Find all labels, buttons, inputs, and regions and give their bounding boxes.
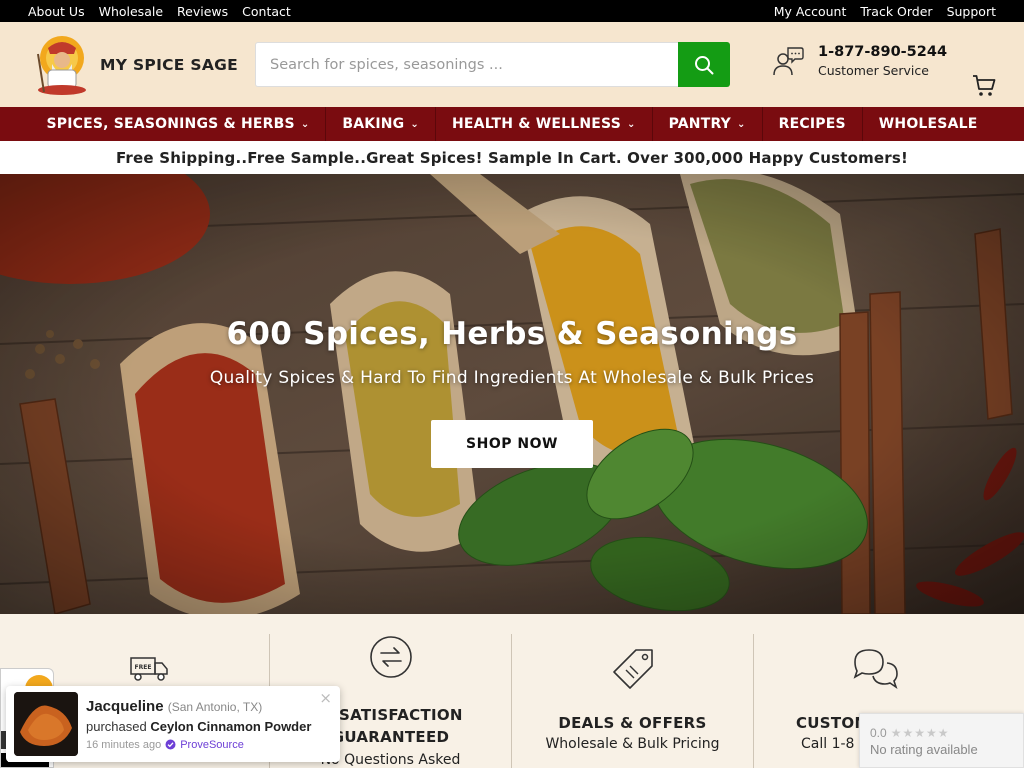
rating-widget[interactable]: 0.0 ★★★★★ No rating available [859,713,1024,768]
purchase-action: purchased [86,718,147,734]
track-order-link[interactable]: Track Order [860,4,932,19]
promo-text: Free Shipping..Free Sample..Great Spices… [115,148,909,167]
customer-name: Jacqueline [86,697,164,715]
provesource-link[interactable]: ProveSource [180,739,244,751]
hero-content: 600 Spices, Herbs & Seasonings Quality S… [0,316,1024,468]
search-input[interactable] [255,42,678,87]
feature-title: DEALS & OFFERS [558,714,707,732]
nav-label: WHOLESALE [878,116,978,132]
search-bar [255,42,730,87]
nav-spices-seasonings-herbs[interactable]: SPICES, SEASONINGS & HERBS ⌄ [30,107,327,141]
topbar-right-links: My Account Track Order Support [774,4,996,19]
rating-score: 0.0 [870,726,887,740]
site-logo[interactable]: MY SPICE SAGE [30,34,255,96]
spice-sage-logo-icon [30,34,94,96]
top-utility-bar: About Us Wholesale Reviews Contact My Ac… [0,0,1024,22]
nav-label: HEALTH & WELLNESS [451,116,621,132]
chevron-down-icon: ⌄ [737,118,746,130]
verified-check-icon [165,739,176,750]
topbar-left-links: About Us Wholesale Reviews Contact [28,4,291,19]
about-us-link[interactable]: About Us [28,4,85,19]
social-proof-popup[interactable]: Jacqueline (San Antonio, TX) purchased C… [6,686,340,762]
nav-recipes[interactable]: RECIPES [763,107,863,141]
close-icon[interactable]: × [319,689,332,707]
hero-title: 600 Spices, Herbs & Seasonings [226,316,798,352]
cart-button[interactable] [972,74,996,102]
logo-text: MY SPICE SAGE [100,55,239,74]
customer-location: (San Antonio, TX) [167,699,263,714]
hero-subtitle: Quality Spices & Hard To Find Ingredient… [209,368,815,388]
hero-banner: 600 Spices, Herbs & Seasonings Quality S… [0,174,1024,614]
feature-deals: DEALS & OFFERS Wholesale & Bulk Pricing [511,634,753,768]
purchased-product[interactable]: Ceylon Cinnamon Powder [150,719,311,734]
search-icon [695,55,714,74]
chevron-down-icon: ⌄ [627,118,636,130]
nav-label: SPICES, SEASONINGS & HERBS [46,116,295,132]
free-shipping-truck-icon: FREE [130,657,168,681]
exchange-arrows-icon [369,636,412,678]
search-button[interactable] [678,42,730,87]
svg-text:FREE: FREE [135,664,152,671]
nav-label: RECIPES [778,116,846,132]
feature-subtitle: Wholesale & Bulk Pricing [545,736,720,752]
customer-service-label: Customer Service [818,63,929,78]
contact-link[interactable]: Contact [242,4,291,19]
rating-stars-icon: ★★★★★ [890,726,950,740]
product-thumbnail [14,692,78,756]
customer-service[interactable]: 1-877-890-5244 Customer Service [772,44,947,78]
nav-pantry[interactable]: PANTRY ⌄ [653,107,763,141]
cart-icon [973,75,996,96]
purchase-time: 16 minutes ago [86,738,162,751]
my-account-link[interactable]: My Account [774,4,847,19]
site-header: MY SPICE SAGE 1-877-890-5244 Customer Se… [0,22,1024,107]
promo-banner: Free Shipping..Free Sample..Great Spices… [0,141,1024,174]
chat-bubbles-icon [853,649,898,689]
nav-wholesale[interactable]: WHOLESALE [863,107,994,141]
rating-text: No rating available [870,742,978,757]
chat-support-icon [773,47,804,76]
wholesale-link[interactable]: Wholesale [99,4,163,19]
phone-number[interactable]: 1-877-890-5244 [818,44,947,60]
reviews-link[interactable]: Reviews [177,4,228,19]
support-link[interactable]: Support [947,4,996,19]
nav-health-wellness[interactable]: HEALTH & WELLNESS ⌄ [436,107,653,141]
nav-label: PANTRY [668,116,732,132]
chevron-down-icon: ⌄ [300,118,310,130]
nav-baking[interactable]: BAKING ⌄ [326,107,436,141]
shop-now-button[interactable]: SHOP NOW [431,420,593,468]
nav-label: BAKING [342,116,405,132]
price-tag-icon [612,649,653,689]
chevron-down-icon: ⌄ [410,118,419,130]
main-navigation: SPICES, SEASONINGS & HERBS ⌄ BAKING ⌄ HE… [0,107,1024,141]
